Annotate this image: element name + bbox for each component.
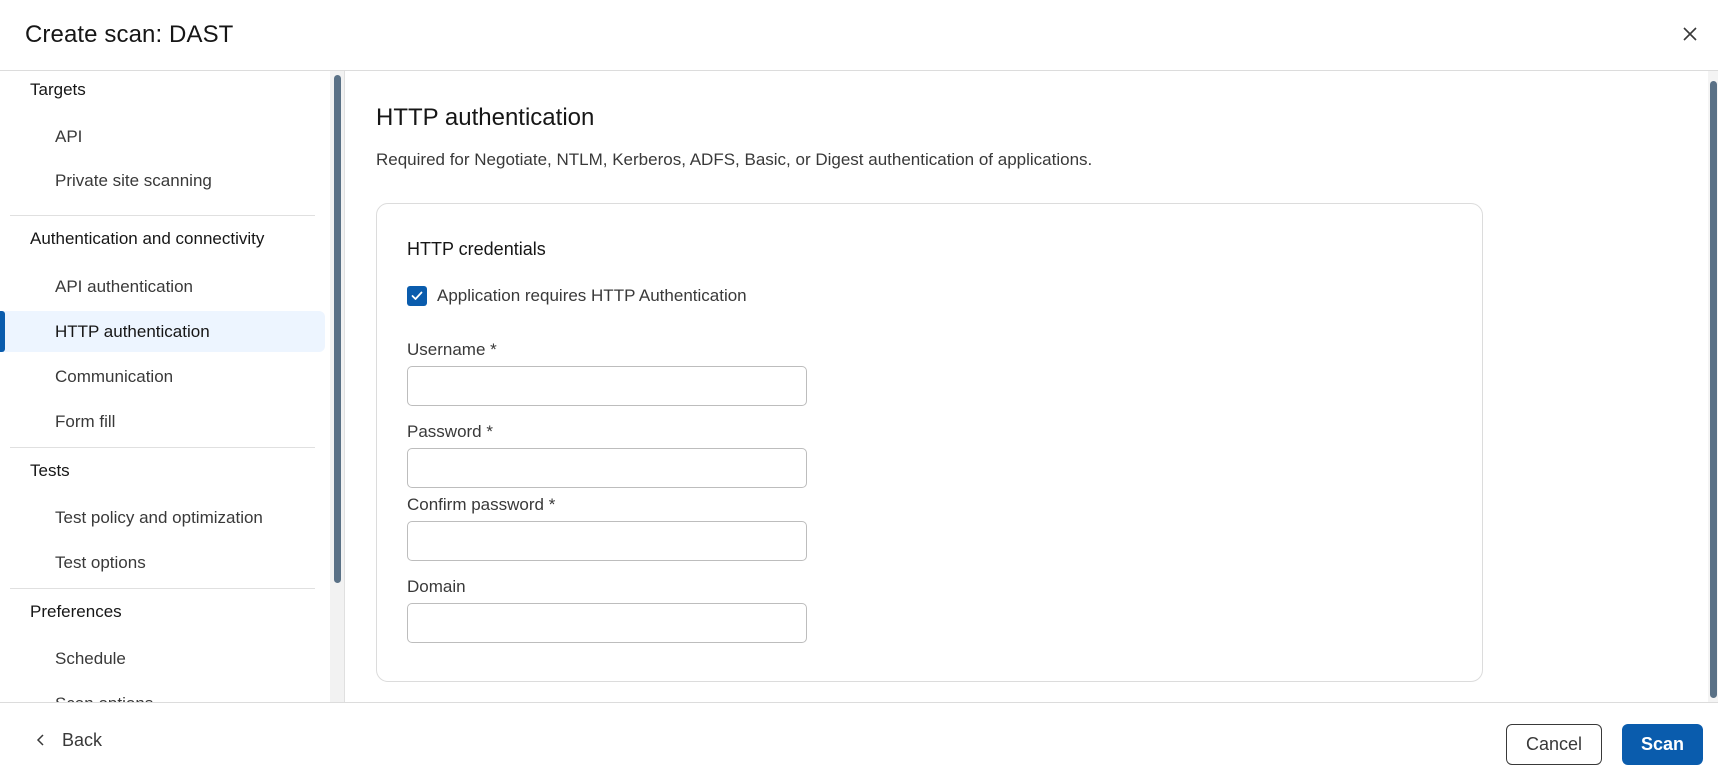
sidebar-item-label: Schedule	[55, 648, 126, 668]
domain-input[interactable]	[407, 603, 807, 643]
nav-section-tests: Tests	[30, 461, 70, 480]
sidebar-item-label: Test policy and optimization	[55, 507, 263, 527]
username-label: Username *	[407, 340, 497, 359]
checkbox-label: Application requires HTTP Authentication	[437, 286, 747, 305]
dialog-header: Create scan: DAST	[0, 0, 1718, 71]
checkbox-checked[interactable]	[407, 286, 427, 306]
dialog-footer: Back Cancel Scan	[0, 702, 1718, 774]
sidebar-nav: Targets API Private site scanning Authen…	[0, 71, 330, 702]
dialog-title: Create scan: DAST	[25, 21, 234, 48]
sidebar-item-test-options[interactable]: Test options	[0, 542, 325, 583]
password-input[interactable]	[407, 448, 807, 488]
back-label: Back	[62, 729, 103, 750]
sidebar-item-communication[interactable]: Communication	[0, 356, 325, 397]
card-title: HTTP credentials	[407, 239, 546, 259]
cancel-button[interactable]: Cancel	[1506, 724, 1602, 765]
domain-label: Domain	[407, 577, 466, 596]
page-description: Required for Negotiate, NTLM, Kerberos, …	[376, 150, 1093, 169]
nav-section-authentication: Authentication and connectivity	[30, 229, 265, 248]
close-icon	[1683, 27, 1697, 41]
confirm-password-input[interactable]	[407, 521, 807, 561]
sidebar-item-label: HTTP authentication	[55, 321, 210, 341]
main-scrollbar-thumb[interactable]	[1710, 81, 1717, 698]
nav-divider	[10, 588, 315, 589]
sidebar-item-http-authentication[interactable]: HTTP authentication	[0, 311, 325, 352]
page-title: HTTP authentication	[376, 104, 595, 131]
sidebar-scrollbar-thumb[interactable]	[334, 75, 341, 583]
main-content: HTTP authentication Required for Negotia…	[346, 71, 1708, 702]
create-scan-dialog: Create scan: DAST Targets API Private si…	[0, 0, 1718, 774]
close-button[interactable]	[1676, 20, 1704, 48]
nav-divider	[10, 215, 315, 216]
sidebar-item-label: API authentication	[55, 276, 193, 296]
nav-section-targets: Targets	[30, 80, 86, 99]
sidebar-item-form-fill[interactable]: Form fill	[0, 401, 325, 442]
checkmark-icon	[411, 291, 423, 300]
chevron-left-icon	[36, 733, 46, 747]
sidebar-item-schedule[interactable]: Schedule	[0, 638, 325, 679]
sidebar-scrollbar[interactable]	[330, 71, 345, 702]
sidebar-item-private-site-scanning[interactable]: Private site scanning	[0, 160, 325, 201]
sidebar-item-scan-options[interactable]: Scan options	[0, 683, 325, 703]
password-label: Password *	[407, 422, 493, 441]
scan-button[interactable]: Scan	[1622, 724, 1703, 765]
sidebar-item-label: Test options	[55, 552, 146, 572]
http-credentials-card: HTTP credentials Application requires HT…	[376, 203, 1483, 682]
sidebar-item-label: Communication	[55, 366, 174, 386]
username-input[interactable]	[407, 366, 807, 406]
confirm-password-label: Confirm password *	[407, 495, 556, 514]
sidebar-item-label: API	[55, 126, 83, 146]
nav-section-preferences: Preferences	[30, 602, 122, 621]
sidebar-item-test-policy[interactable]: Test policy and optimization	[0, 497, 325, 538]
sidebar-item-label: Scan options	[55, 694, 153, 703]
sidebar-item-label: Form fill	[55, 411, 116, 431]
sidebar-item-label: Private site scanning	[55, 170, 212, 190]
back-button[interactable]: Back	[36, 721, 102, 759]
http-auth-checkbox[interactable]: Application requires HTTP Authentication	[407, 286, 747, 306]
nav-divider	[10, 447, 315, 448]
sidebar-item-api-authentication[interactable]: API authentication	[0, 266, 325, 307]
sidebar-item-api[interactable]: API	[0, 116, 325, 157]
main-scrollbar[interactable]	[1708, 71, 1718, 702]
